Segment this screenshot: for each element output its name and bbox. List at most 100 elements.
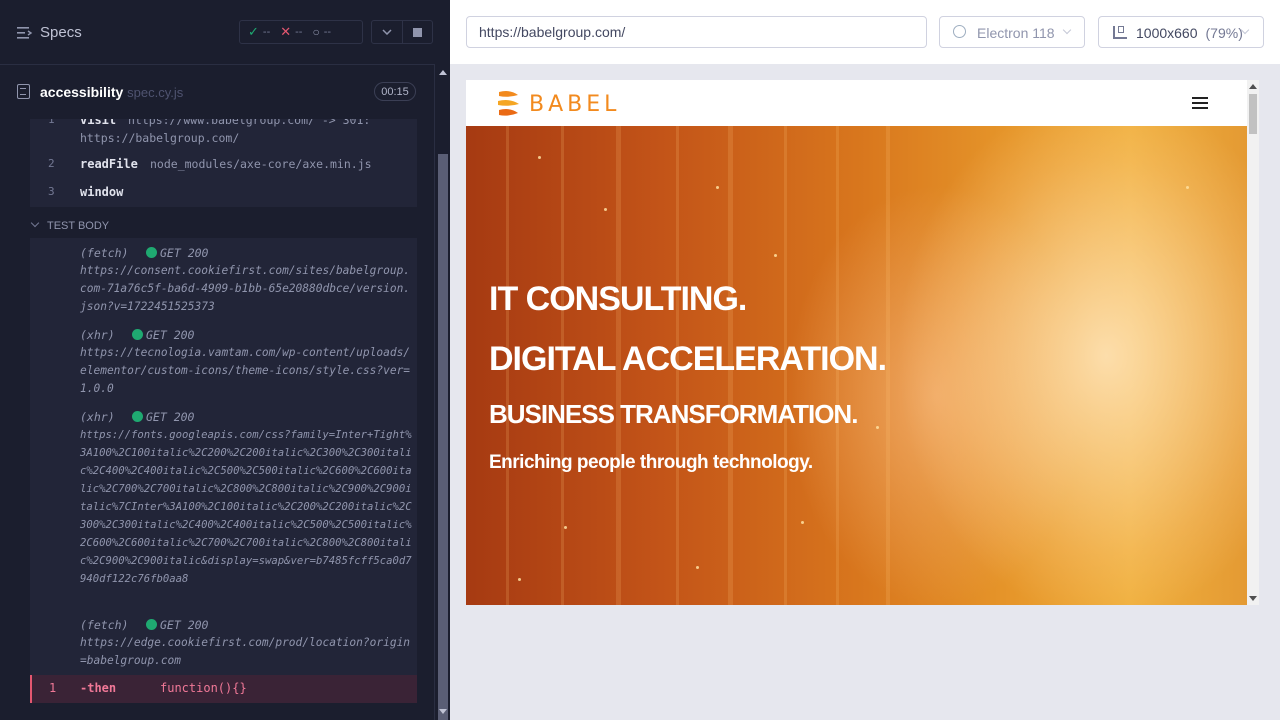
- sparkle: [801, 521, 804, 524]
- chevron-down-icon: [1062, 25, 1072, 35]
- scrollbar-thumb[interactable]: [438, 154, 448, 720]
- command-number: 1: [49, 681, 57, 695]
- request-url: https://edge.cookiefirst.com/prod/locati…: [80, 636, 411, 667]
- request-status: GET 200: [146, 244, 208, 262]
- request-row[interactable]: (fetch) GET 200 https://edge.cookiefirst…: [30, 616, 417, 672]
- command-number: 3: [48, 185, 55, 198]
- sparkle: [876, 426, 879, 429]
- status-dot-icon: [132, 411, 143, 422]
- sparkle: [604, 208, 607, 211]
- hero-subtitle: Enriching people through technology.: [489, 452, 813, 473]
- command-number: 2: [48, 157, 55, 170]
- sparkle: [518, 578, 521, 581]
- request-url: https://tecnologia.vamtam.com/wp-content…: [80, 346, 411, 395]
- failed-stat: ✕ --: [280, 24, 303, 39]
- command-row-visit[interactable]: 1 visit https://www.babelgroup.com/ -> 3…: [30, 119, 417, 147]
- check-icon: ✓: [248, 24, 259, 39]
- sparkle: [538, 156, 541, 159]
- request-type: (fetch): [80, 618, 129, 632]
- status-dot-icon: [146, 619, 157, 630]
- specs-header: Specs ✓ -- ✕ -- ○ --: [0, 0, 434, 65]
- sparkle: [696, 566, 699, 569]
- document-icon: [17, 84, 30, 99]
- aut-header: https://babelgroup.com/ Electron 118 100…: [450, 0, 1280, 64]
- hero-heading-3: BUSINESS TRANSFORMATION.: [489, 399, 858, 429]
- toggle-collapse-button[interactable]: [372, 21, 403, 43]
- failed-command-row[interactable]: 1 -then function(){}: [30, 675, 417, 703]
- viewport-icon: [1113, 26, 1127, 39]
- request-status: GET 200: [132, 326, 194, 344]
- browser-label: Electron 118: [977, 25, 1055, 41]
- viewport-label: 1000x660 (79%): [1136, 25, 1243, 41]
- zoom-level: (79%): [1205, 25, 1243, 41]
- request-url: https://consent.cookiefirst.com/sites/ba…: [80, 264, 411, 313]
- request-status: GET 200: [146, 616, 208, 634]
- scroll-down-icon[interactable]: [1249, 596, 1257, 601]
- aut-scrollbar[interactable]: [1247, 80, 1259, 605]
- request-row[interactable]: (xhr) GET 200 https://fonts.googleapis.c…: [30, 408, 417, 604]
- command-name: window: [80, 185, 124, 199]
- test-body-commands: (fetch) GET 200 https://consent.cookiefi…: [30, 238, 417, 675]
- brand-name: BABEL: [529, 92, 621, 117]
- spec-name: accessibility spec.cy.js: [40, 84, 184, 100]
- command-row-window[interactable]: 3 window: [30, 183, 417, 203]
- command-name: -then: [80, 681, 117, 695]
- command-message: function(){}: [160, 681, 247, 695]
- url-field[interactable]: https://babelgroup.com/: [466, 16, 927, 48]
- sparkle: [716, 186, 719, 189]
- command-number: 1: [48, 119, 55, 126]
- spec-file-row[interactable]: accessibility spec.cy.js 00:15: [0, 65, 434, 119]
- request-row[interactable]: (xhr) GET 200 https://tecnologia.vamtam.…: [30, 326, 417, 400]
- request-row[interactable]: (fetch) GET 200 https://consent.cookiefi…: [30, 244, 417, 318]
- command-name: readFile: [80, 157, 138, 171]
- hero-heading-2: DIGITAL ACCELERATION.: [489, 340, 887, 378]
- sparkle: [1186, 186, 1189, 189]
- browser-selector[interactable]: Electron 118: [939, 16, 1085, 48]
- status-dot-icon: [146, 247, 157, 258]
- stop-icon: [412, 27, 422, 37]
- scroll-up-icon[interactable]: [1249, 84, 1257, 89]
- site-logo[interactable]: BABEL: [496, 89, 626, 119]
- command-row-readfile[interactable]: 2 readFile node_modules/axe-core/axe.min…: [30, 155, 417, 175]
- aut-panel: https://babelgroup.com/ Electron 118 100…: [450, 0, 1280, 720]
- hero-heading-1: IT CONSULTING.: [489, 280, 747, 318]
- run-controls: [371, 20, 433, 44]
- spec-extension: spec.cy.js: [127, 85, 184, 100]
- spec-duration: 00:15: [374, 82, 416, 101]
- hamburger-menu-icon[interactable]: [1192, 97, 1208, 109]
- chevron-down-icon: [30, 218, 40, 228]
- aut-iframe[interactable]: BABEL IT CONSULTING. DIGITAL ACCELERATIO…: [466, 80, 1259, 605]
- request-type: (xhr): [80, 328, 115, 342]
- test-stats: ✓ -- ✕ -- ○ --: [239, 20, 363, 44]
- hook-commands: 1 visit https://www.babelgroup.com/ -> 3…: [30, 119, 417, 207]
- command-message: https://www.babelgroup.com/ -> 301: http…: [80, 119, 371, 145]
- request-type: (xhr): [80, 410, 115, 424]
- babel-logo-icon: [498, 91, 519, 116]
- sparkle: [564, 526, 567, 529]
- request-url: https://fonts.googleapis.com/css?family=…: [80, 429, 412, 585]
- scrollbar-thumb[interactable]: [1249, 94, 1257, 134]
- request-status: GET 200: [132, 408, 194, 426]
- reporter-scrollbar[interactable]: [434, 64, 450, 720]
- specs-title[interactable]: Specs: [40, 24, 82, 41]
- viewport-selector[interactable]: 1000x660 (79%): [1098, 16, 1264, 48]
- scroll-down-icon[interactable]: [439, 709, 447, 714]
- passed-stat: ✓ --: [248, 24, 271, 39]
- chevron-down-icon: [382, 29, 392, 35]
- electron-icon: [953, 25, 966, 38]
- pending-icon: ○: [312, 25, 320, 39]
- command-message: node_modules/axe-core/axe.min.js: [150, 157, 372, 171]
- light-streak: [886, 126, 890, 605]
- specs-list-icon[interactable]: [17, 26, 33, 40]
- x-icon: ✕: [280, 24, 292, 39]
- stop-button[interactable]: [403, 21, 433, 43]
- command-log: 1 visit https://www.babelgroup.com/ -> 3…: [0, 119, 434, 720]
- pending-stat: ○ --: [312, 25, 332, 39]
- reporter-panel: Specs ✓ -- ✕ -- ○ -- accessibility spec.…: [0, 0, 450, 720]
- scroll-up-icon[interactable]: [439, 70, 447, 75]
- sparkle: [774, 254, 777, 257]
- site-navbar: BABEL: [466, 80, 1247, 126]
- status-dot-icon: [132, 329, 143, 340]
- request-type: (fetch): [80, 246, 129, 260]
- hero-banner: IT CONSULTING. DIGITAL ACCELERATION. BUS…: [466, 126, 1247, 605]
